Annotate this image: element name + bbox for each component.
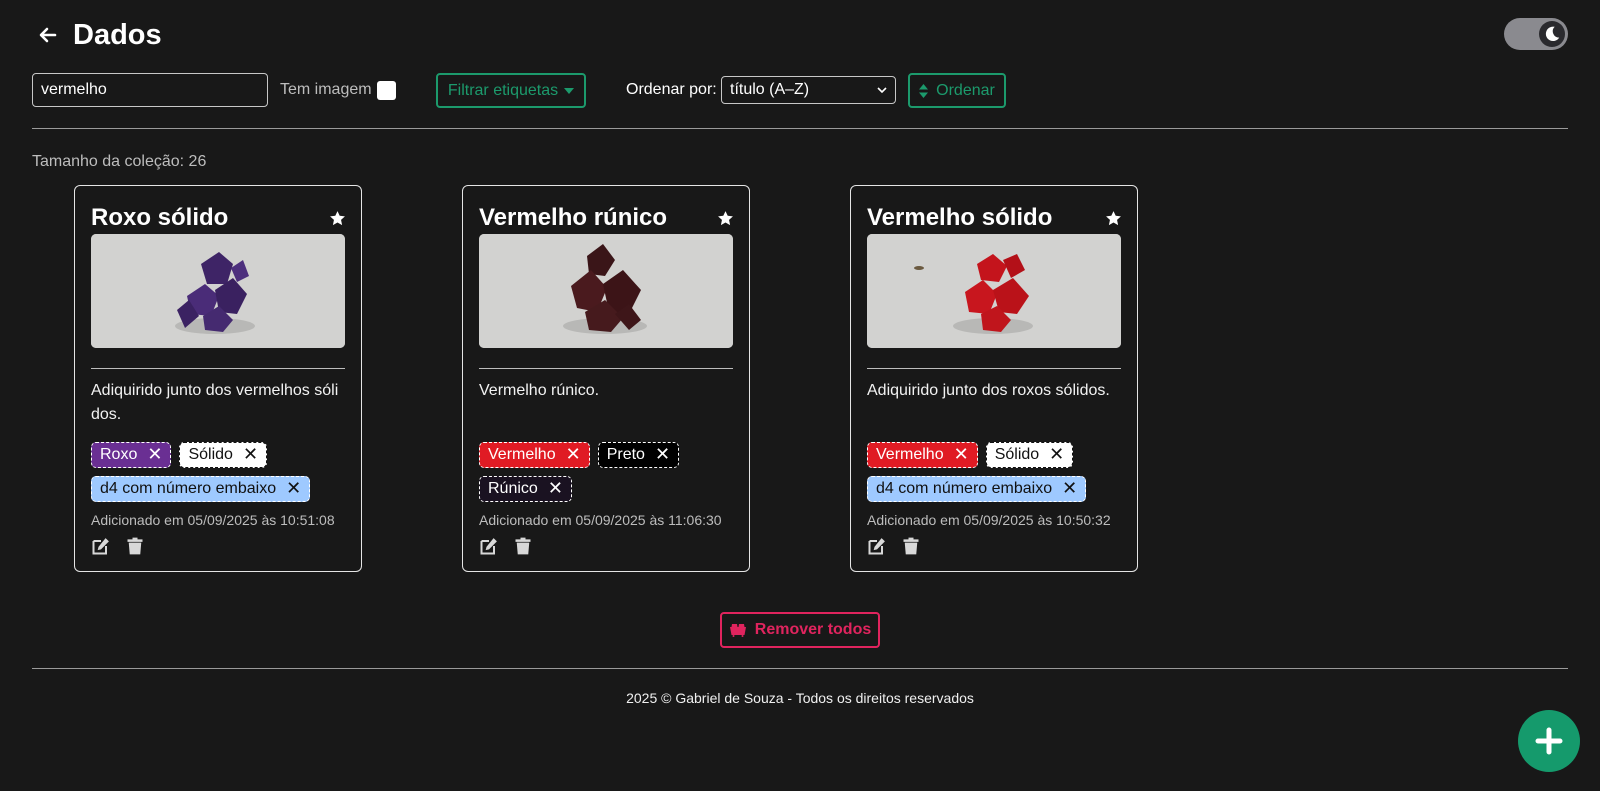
card-divider	[91, 368, 345, 369]
card-description: Vermelho rúnico.	[479, 382, 600, 399]
tag: Preto ✕	[597, 442, 680, 468]
tag: Rúnico ✕	[479, 476, 572, 502]
edit-icon[interactable]	[91, 536, 111, 556]
card-divider	[867, 368, 1121, 369]
tag: d4 com número embaixo ✕	[867, 476, 1087, 502]
edit-icon[interactable]	[479, 536, 499, 556]
red-dice-image	[867, 234, 1121, 348]
purple-dice-image	[91, 234, 345, 348]
tag: Roxo ✕	[91, 442, 172, 468]
filter-tags-label: Filtrar etiquetas	[447, 81, 559, 99]
remove-tag-icon[interactable]: ✕	[548, 480, 563, 498]
card-date: Adicionado em 05/09/2025 às 10:50:32	[867, 512, 1111, 528]
card-actions	[91, 536, 145, 556]
add-item-button[interactable]	[1518, 710, 1580, 772]
remove-tag-icon[interactable]: ✕	[1049, 446, 1064, 464]
card-title: Roxo sólido	[91, 204, 229, 231]
remove-tag-icon[interactable]: ✕	[954, 446, 969, 464]
divider	[32, 128, 1568, 129]
tag-label: Sólido	[188, 446, 233, 463]
dice-photo	[867, 234, 1121, 348]
footer-text: 2025 © Gabriel de Souza - Todos os direi…	[626, 690, 974, 706]
tag-label: d4 com número embaixo	[100, 480, 277, 497]
tag: Vermelho ✕	[479, 442, 590, 468]
toolbar: Tem imagem Filtrar etiquetas Ordenar por…	[32, 73, 1032, 108]
remove-tag-icon[interactable]: ✕	[286, 480, 301, 498]
back-button[interactable]	[32, 19, 64, 51]
card-title: Vermelho rúnico	[479, 204, 668, 231]
tag-label: Rúnico	[488, 480, 538, 497]
dice-card: Roxo sólido Adiquirido junto dos vermelh…	[74, 185, 362, 572]
theme-knob	[1539, 21, 1565, 47]
has-image-filter[interactable]: Tem imagem	[280, 73, 396, 107]
remove-tag-icon[interactable]: ✕	[243, 446, 258, 464]
trash-icon[interactable]	[513, 536, 533, 556]
dice-photo	[91, 234, 345, 348]
trash-icon[interactable]	[901, 536, 921, 556]
sort-select[interactable]: título (A–Z)	[721, 76, 896, 104]
tag: Sólido ✕	[985, 442, 1074, 468]
has-image-label: Tem imagem	[280, 81, 372, 98]
divider	[32, 668, 1568, 669]
tag-label: Sólido	[994, 446, 1040, 463]
card-title: Vermelho sólido	[867, 204, 1053, 231]
remove-tag-icon[interactable]: ✕	[655, 446, 670, 464]
sort-icon	[919, 83, 929, 98]
page-header: Dados	[32, 14, 162, 56]
tag-label: Preto	[606, 446, 645, 463]
search-input[interactable]	[32, 73, 268, 107]
tag-label: d4 com número embaixo	[876, 480, 1053, 497]
tag-list: Roxo ✕ Sólido ✕ d4 com número embaixo ✕	[91, 442, 349, 502]
dice-card: Vermelho sólido Adiquirido junto dos rox…	[850, 185, 1138, 572]
tag: Sólido ✕	[179, 442, 268, 468]
sort-selected-value: título (A–Z)	[730, 81, 810, 98]
plus-icon	[1535, 727, 1563, 755]
has-image-checkbox[interactable]	[376, 80, 396, 100]
caret-down-icon	[564, 87, 575, 94]
arrow-left-icon	[39, 27, 57, 43]
tag-list: Vermelho ✕ Sólido ✕ d4 com número embaix…	[867, 442, 1125, 502]
tag: d4 com número embaixo ✕	[91, 476, 311, 502]
remove-all-button[interactable]: Remover todos	[720, 612, 880, 648]
star-icon[interactable]	[329, 210, 346, 227]
sort-button[interactable]: Ordenar	[908, 73, 1006, 108]
remove-tag-icon[interactable]: ✕	[147, 446, 162, 464]
card-divider	[479, 368, 733, 369]
star-icon[interactable]	[1105, 210, 1122, 227]
dumpster-icon	[729, 624, 746, 637]
runic-dice-image	[479, 234, 733, 348]
card-actions	[867, 536, 921, 556]
remove-tag-icon[interactable]: ✕	[566, 446, 581, 464]
card-actions	[479, 536, 533, 556]
remove-tag-icon[interactable]: ✕	[1062, 480, 1077, 498]
tag-label: Roxo	[100, 446, 138, 463]
card-date: Adicionado em 05/09/2025 às 11:06:30	[479, 512, 722, 528]
star-icon[interactable]	[717, 210, 734, 227]
collection-size: Tamanho da coleção: 26	[32, 153, 207, 170]
sort-label: Ordenar por:	[626, 81, 717, 98]
dice-photo	[479, 234, 733, 348]
tag-label: Vermelho	[876, 446, 944, 463]
filter-tags-button[interactable]: Filtrar etiquetas	[436, 73, 586, 108]
page-title: Dados	[73, 19, 162, 51]
trash-icon[interactable]	[125, 536, 145, 556]
tag-label: Vermelho	[488, 446, 556, 463]
card-date: Adicionado em 05/09/2025 às 10:51:08	[91, 512, 335, 528]
theme-toggle[interactable]	[1504, 18, 1568, 50]
card-description: Adiquirido junto dos roxos sólidos.	[867, 382, 1110, 399]
remove-all-label: Remover todos	[754, 621, 872, 638]
chevron-down-icon	[877, 86, 887, 93]
dice-card: Vermelho rúnico Vermelho rúnico. Vermelh…	[462, 185, 750, 572]
tag: Vermelho ✕	[867, 442, 978, 468]
tag-list: Vermelho ✕ Preto ✕ Rúnico ✕	[479, 442, 737, 502]
card-description: Adiquirido junto dos vermelhos sólidos.	[91, 382, 339, 423]
moon-icon	[1545, 26, 1560, 42]
sort-button-label: Ordenar	[936, 81, 995, 99]
edit-icon[interactable]	[867, 536, 887, 556]
